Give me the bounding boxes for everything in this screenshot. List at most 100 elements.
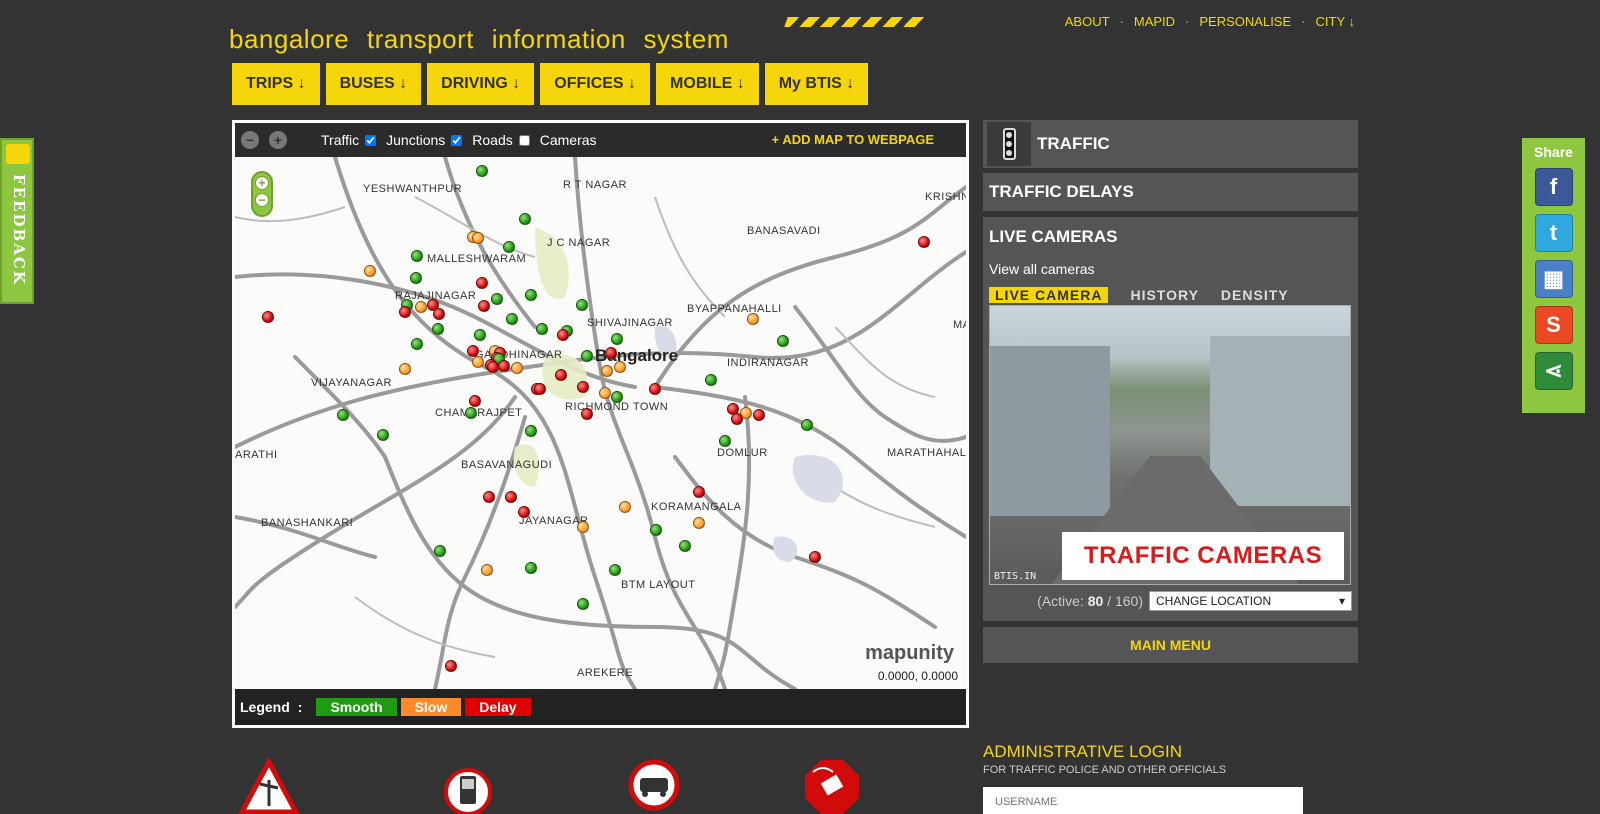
layer-roads-checkbox[interactable] <box>518 134 530 146</box>
junction-marker-delay[interactable] <box>399 306 411 318</box>
junction-marker-smooth[interactable] <box>491 293 503 305</box>
junction-marker-delay[interactable] <box>557 329 569 341</box>
junction-marker-smooth[interactable] <box>474 329 486 341</box>
username-field[interactable] <box>983 787 1303 814</box>
traffic-panel-header[interactable]: TRAFFIC <box>983 120 1358 168</box>
junction-marker-smooth[interactable] <box>525 289 537 301</box>
junction-marker-delay[interactable] <box>483 491 495 503</box>
tab-history[interactable]: HISTORY <box>1130 287 1198 303</box>
map-canvas[interactable]: + − YESHWANTHPUR R T NAGAR KRISHNA BANAS… <box>235 157 966 689</box>
junction-marker-smooth[interactable] <box>577 598 589 610</box>
junction-marker-smooth[interactable] <box>525 562 537 574</box>
junction-marker-slow[interactable] <box>481 564 493 576</box>
junction-marker-slow[interactable] <box>472 356 484 368</box>
junction-marker-delay[interactable] <box>505 491 517 503</box>
change-location-select[interactable]: CHANGE LOCATION ▾ <box>1149 591 1352 611</box>
junction-marker-slow[interactable] <box>599 387 611 399</box>
junction-marker-smooth[interactable] <box>432 323 444 335</box>
junction-marker-delay[interactable] <box>498 360 510 372</box>
junction-marker-slow[interactable] <box>601 365 613 377</box>
junction-marker-smooth[interactable] <box>476 165 488 177</box>
city-dropdown[interactable]: CITY ↓ <box>1316 14 1356 29</box>
junction-marker-delay[interactable] <box>693 486 705 498</box>
junction-marker-slow[interactable] <box>619 501 631 513</box>
share-icon[interactable]: ⋖ <box>1534 352 1573 390</box>
personalise-link[interactable]: PERSONALISE <box>1199 14 1291 29</box>
junction-marker-slow[interactable] <box>399 363 411 375</box>
view-all-cameras-link[interactable]: View all cameras <box>989 261 1352 277</box>
traffic-delays-header[interactable]: TRAFFIC DELAYS <box>983 173 1358 211</box>
about-link[interactable]: ABOUT <box>1065 14 1110 29</box>
junction-marker-smooth[interactable] <box>611 333 623 345</box>
twitter-icon[interactable]: t <box>1534 214 1573 252</box>
junction-marker-delay[interactable] <box>555 369 567 381</box>
nav-offices[interactable]: OFFICES ↓ <box>540 63 651 105</box>
junction-marker-smooth[interactable] <box>719 435 731 447</box>
map-zoom-in-icon[interactable]: + <box>255 176 269 190</box>
junction-marker-smooth[interactable] <box>465 407 477 419</box>
map-zoom-out-icon[interactable]: − <box>255 193 269 207</box>
tab-density[interactable]: DENSITY <box>1221 287 1289 303</box>
site-logo[interactable]: bangalore transport information system <box>229 24 729 55</box>
junction-marker-delay[interactable] <box>809 551 821 563</box>
junction-marker-smooth[interactable] <box>650 524 662 536</box>
junction-marker-smooth[interactable] <box>609 564 621 576</box>
junction-marker-slow[interactable] <box>693 517 705 529</box>
junction-marker-slow[interactable] <box>472 232 484 244</box>
junction-marker-slow[interactable] <box>364 265 376 277</box>
junction-marker-smooth[interactable] <box>506 313 518 325</box>
junction-marker-delay[interactable] <box>918 236 930 248</box>
junction-marker-smooth[interactable] <box>525 425 537 437</box>
live-camera-image[interactable]: TRAFFIC CAMERAS BTIS.IN <box>989 305 1351 585</box>
tab-live-camera[interactable]: LIVE CAMERA <box>989 287 1109 303</box>
junction-marker-delay[interactable] <box>753 409 765 421</box>
junction-marker-smooth[interactable] <box>581 350 593 362</box>
satellite-signal-icon[interactable] <box>803 758 861 814</box>
feedback-tab[interactable]: FEEDBACK <box>0 138 34 304</box>
junction-marker-smooth[interactable] <box>411 250 423 262</box>
mobile-phone-icon[interactable] <box>442 766 494 814</box>
zoom-in-button[interactable]: + <box>269 131 287 149</box>
layer-junctions-checkbox[interactable] <box>451 134 463 146</box>
junction-marker-smooth[interactable] <box>503 241 515 253</box>
junction-marker-delay[interactable] <box>478 300 490 312</box>
junction-marker-smooth[interactable] <box>801 419 813 431</box>
mapid-link[interactable]: MAPID <box>1134 14 1175 29</box>
add-map-link[interactable]: + ADD MAP TO WEBPAGE <box>772 132 934 147</box>
map-zoom-control[interactable]: + − <box>251 171 273 217</box>
junction-marker-smooth[interactable] <box>536 323 548 335</box>
main-menu-button[interactable]: MAIN MENU <box>983 627 1358 663</box>
junction-marker-delay[interactable] <box>445 660 457 672</box>
junction-marker-smooth[interactable] <box>576 299 588 311</box>
zoom-out-button[interactable]: − <box>241 131 259 149</box>
junction-marker-delay[interactable] <box>577 381 589 393</box>
junction-marker-smooth[interactable] <box>410 272 422 284</box>
layer-junctions[interactable]: Junctions <box>386 132 463 148</box>
nav-driving[interactable]: DRIVING ↓ <box>427 63 535 105</box>
layer-traffic-checkbox[interactable] <box>365 134 377 146</box>
no-vehicle-icon[interactable] <box>627 758 681 812</box>
junction-marker-delay[interactable] <box>649 383 661 395</box>
junction-marker-delay[interactable] <box>469 395 481 407</box>
junction-marker-slow[interactable] <box>614 361 626 373</box>
junction-marker-smooth[interactable] <box>705 374 717 386</box>
nav-mobile[interactable]: MOBILE ↓ <box>656 63 759 105</box>
junction-marker-delay[interactable] <box>581 408 593 420</box>
junction-marker-delay[interactable] <box>518 506 530 518</box>
layer-roads[interactable]: Roads <box>472 132 530 148</box>
junction-marker-smooth[interactable] <box>611 391 623 403</box>
delicious-icon[interactable]: ▦ <box>1534 260 1573 298</box>
facebook-icon[interactable]: f <box>1534 168 1573 206</box>
junction-marker-smooth[interactable] <box>377 429 389 441</box>
nav-trips[interactable]: TRIPS ↓ <box>232 63 320 105</box>
junction-marker-delay[interactable] <box>433 308 445 320</box>
junction-marker-slow[interactable] <box>747 313 759 325</box>
nav-buses[interactable]: BUSES ↓ <box>325 63 422 105</box>
junction-marker-smooth[interactable] <box>519 213 531 225</box>
junction-marker-smooth[interactable] <box>411 338 423 350</box>
layer-cameras[interactable]: Cameras <box>540 132 597 148</box>
junction-marker-smooth[interactable] <box>679 540 691 552</box>
junction-marker-delay[interactable] <box>731 413 743 425</box>
junction-marker-delay[interactable] <box>605 347 617 359</box>
junction-marker-delay[interactable] <box>476 277 488 289</box>
